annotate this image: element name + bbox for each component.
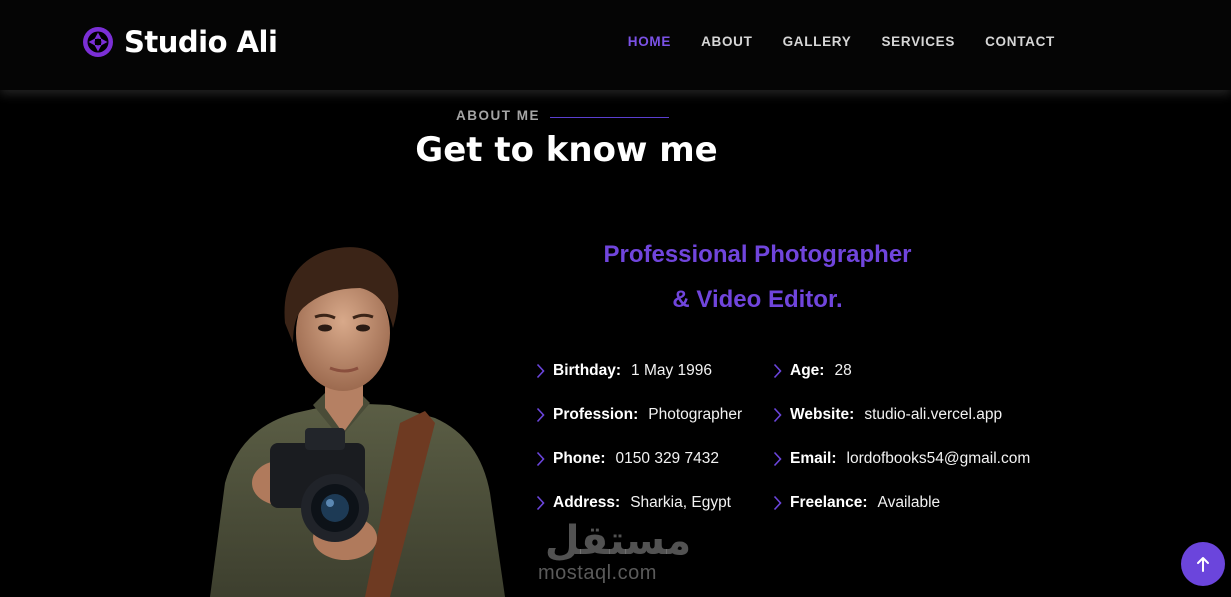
scroll-to-top-button[interactable] <box>1181 542 1225 586</box>
info-profession: Profession: Photographer <box>536 406 742 424</box>
nav-about[interactable]: ABOUT <box>701 34 753 49</box>
watermark-arabic: مستقل <box>544 518 692 564</box>
info-value: 0150 329 7432 <box>615 450 719 467</box>
eyebrow-divider <box>550 117 669 118</box>
info-label: Profession: <box>553 406 639 423</box>
info-label: Address: <box>553 494 621 511</box>
arrow-up-icon <box>1197 557 1209 572</box>
info-label: Phone: <box>553 450 606 467</box>
chevron-right-icon <box>536 407 545 423</box>
watermark-latin: mostaql.com <box>538 562 657 584</box>
section-title: Get to know me <box>415 130 718 170</box>
info-value: Available <box>877 494 941 511</box>
headline-line-1: Professional Photographer <box>603 241 912 268</box>
info-phone: Phone: 0150 329 7432 <box>536 450 719 468</box>
photographer-portrait <box>210 247 505 597</box>
chevron-right-icon <box>773 495 782 511</box>
brand-name: Studio Ali <box>124 25 278 59</box>
chevron-right-icon <box>536 451 545 467</box>
info-value: 1 May 1996 <box>631 362 713 379</box>
info-label: Website: <box>790 406 855 423</box>
chevron-right-icon <box>773 407 782 423</box>
info-email: Email: lordofbooks54@gmail.com <box>773 450 1030 468</box>
info-address: Address: Sharkia, Egypt <box>536 494 731 512</box>
info-value: Photographer <box>648 406 743 423</box>
chevron-right-icon <box>536 495 545 511</box>
role-headline: Professional Photographer & Video Editor… <box>540 232 975 322</box>
info-age: Age: 28 <box>773 362 852 380</box>
brand[interactable]: Studio Ali <box>82 25 278 59</box>
info-label: Freelance: <box>790 494 868 511</box>
mostaql-watermark: مستقل mostaql.com <box>538 520 698 585</box>
info-label: Email: <box>790 450 837 467</box>
chevron-right-icon <box>773 363 782 379</box>
info-value: Sharkia, Egypt <box>630 494 731 511</box>
nav-home[interactable]: HOME <box>628 34 671 49</box>
info-value-link[interactable]: lordofbooks54@gmail.com <box>847 450 1031 468</box>
info-label: Age: <box>790 362 825 379</box>
aperture-icon <box>83 27 113 57</box>
navbar: Studio Ali HOME ABOUT GALLERY SERVICES C… <box>0 0 1231 90</box>
nav-services[interactable]: SERVICES <box>881 34 955 49</box>
info-birthday: Birthday: 1 May 1996 <box>536 362 712 380</box>
section-eyebrow: ABOUT ME <box>456 108 540 123</box>
nav-contact[interactable]: CONTACT <box>985 34 1055 49</box>
nav-gallery[interactable]: GALLERY <box>783 34 852 49</box>
headline-line-2: & Video Editor. <box>672 286 843 313</box>
chevron-right-icon <box>536 363 545 379</box>
info-label: Birthday: <box>553 362 622 379</box>
info-value: 28 <box>834 362 852 379</box>
info-value-link[interactable]: studio-ali.vercel.app <box>864 406 1002 424</box>
main-nav: HOME ABOUT GALLERY SERVICES CONTACT <box>598 34 1055 49</box>
info-website: Website: studio-ali.vercel.app <box>773 406 1002 424</box>
info-freelance: Freelance: Available <box>773 494 940 512</box>
chevron-right-icon <box>773 451 782 467</box>
